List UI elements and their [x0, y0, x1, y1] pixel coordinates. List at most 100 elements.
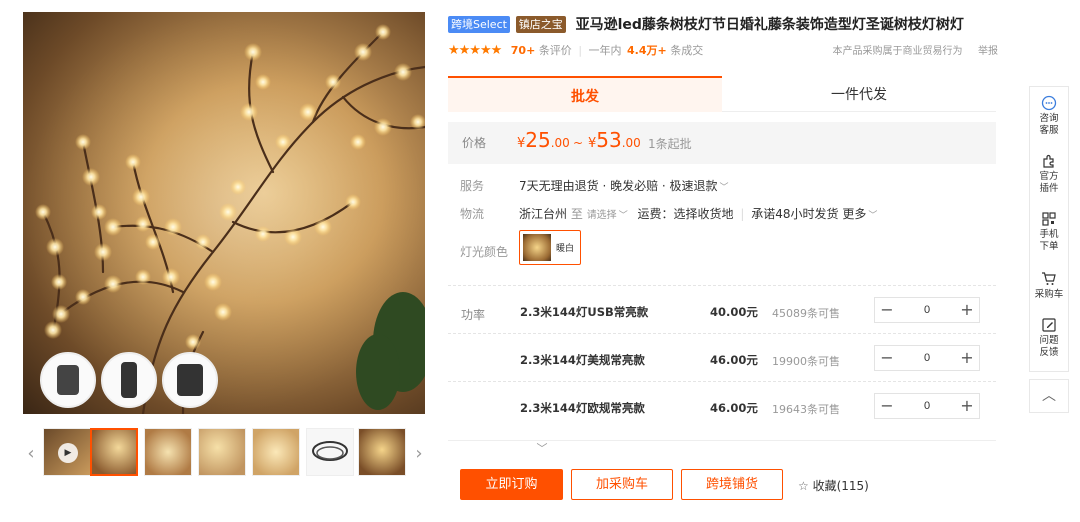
trade-notice: 本产品采购属于商业贸易行为	[832, 46, 963, 57]
sidebar-plugin[interactable]: 官方 插件	[1030, 153, 1068, 195]
quantity-input[interactable]	[899, 298, 955, 322]
shipping-fee: 运费：选择收货地	[637, 207, 734, 221]
origin-city: 浙江台州	[519, 207, 568, 221]
sku-stock: 19643条可售	[772, 403, 840, 416]
quantity-stepper: − +	[874, 297, 980, 323]
floating-sidebar: 咨询 客服 官方 插件 手机 下单 采购车 问题 反馈	[1029, 86, 1069, 372]
sku-row: 2.3米144灯欧规常亮款 46.00元 19643条可售 − +	[448, 391, 996, 425]
vine-lights-illustration	[23, 12, 425, 414]
store-treasure-badge: 镇店之宝	[515, 15, 566, 33]
star-outline-icon: ☆	[798, 479, 809, 493]
sku-row: 2.3米144灯美规常亮款 46.00元 19900条可售 − +	[448, 343, 996, 377]
cross-border-distribute-button[interactable]: 跨境铺货	[681, 469, 783, 500]
price-high: ¥53.00	[588, 128, 641, 152]
favorite-label: 收藏(115)	[812, 479, 869, 493]
more-link[interactable]: 更多	[842, 207, 866, 221]
increment-button[interactable]: +	[955, 346, 979, 370]
expand-sku-chevron-icon[interactable]: ﹀	[532, 440, 552, 456]
price-high-decimal: .00	[621, 136, 641, 150]
sidebar-feedback-line1: 问题	[1039, 335, 1059, 346]
thumbnail-strip: ‹ ▶ ›	[23, 428, 427, 478]
decrement-button[interactable]: −	[875, 298, 899, 322]
separator: |	[578, 44, 583, 57]
price-label: 价格	[462, 136, 487, 150]
chevron-right-icon[interactable]: ›	[411, 428, 427, 478]
sku-name: 2.3米144灯美规常亮款	[520, 353, 645, 367]
play-icon: ▶	[58, 443, 78, 463]
sidebar-plugin-line2: 插件	[1039, 183, 1059, 194]
tab-dropship[interactable]: 一件代发	[722, 76, 996, 112]
year-label: 一年内	[588, 44, 622, 57]
sidebar-feedback-line2: 反馈	[1039, 347, 1059, 358]
report-link[interactable]: 举报	[978, 46, 998, 57]
decrement-button[interactable]: −	[875, 394, 899, 418]
service-label: 服务	[460, 179, 485, 193]
sidebar-plugin-line1: 官方	[1039, 171, 1059, 182]
quantity-input[interactable]	[899, 346, 955, 370]
price-low: ¥25.00	[517, 128, 570, 152]
service-text: 7天无理由退货 · 晚发必赔 · 极速退款	[519, 179, 718, 193]
eu-plug-option-image[interactable]	[162, 352, 218, 408]
thumbnail-4[interactable]	[252, 428, 300, 476]
color-option-label: 暖白	[556, 244, 575, 254]
thumbnail-5[interactable]	[306, 428, 354, 476]
destination-select[interactable]: 请选择	[587, 210, 617, 221]
chevron-down-icon[interactable]: ﹀	[619, 211, 628, 221]
chevron-down-icon: ﹀	[719, 183, 729, 193]
sku-divider	[448, 381, 996, 382]
sku-stock: 19900条可售	[772, 355, 840, 368]
sku-price: 40.00元	[710, 305, 758, 319]
cross-border-select-badge: 跨境Select	[448, 15, 510, 33]
sidebar-consult-line2: 客服	[1039, 125, 1059, 136]
increment-button[interactable]: +	[955, 394, 979, 418]
light-color-label: 灯光颜色	[460, 245, 509, 259]
sidebar-consult-line1: 咨询	[1039, 113, 1059, 124]
video-thumbnail[interactable]: ▶	[43, 428, 91, 476]
sidebar-cart[interactable]: 采购车	[1030, 271, 1068, 301]
favorite-button[interactable]: ☆ 收藏(115)	[798, 477, 869, 494]
thumbnail-6[interactable]	[358, 428, 406, 476]
cart-icon	[1042, 272, 1056, 285]
sidebar-consult[interactable]: 咨询 客服	[1030, 95, 1068, 137]
increment-button[interactable]: +	[955, 298, 979, 322]
sku-row: 2.3米144灯USB常亮款 40.00元 45089条可售 − +	[448, 295, 996, 329]
decrement-button[interactable]: −	[875, 346, 899, 370]
quantity-input[interactable]	[899, 394, 955, 418]
thumbnail-3[interactable]	[198, 428, 246, 476]
us-plug-option-image[interactable]	[101, 352, 157, 408]
light-color-row: 灯光颜色	[460, 243, 508, 260]
sku-list-bottom	[448, 440, 996, 441]
reviews-count[interactable]: 70+	[511, 44, 536, 57]
chevron-down-icon[interactable]: ﹀	[868, 211, 877, 221]
color-swatch	[523, 234, 551, 261]
thumbnail-1[interactable]	[90, 428, 138, 476]
purchase-mode-tabs: 批发 一件代发	[448, 76, 996, 112]
sidebar-mobile-line2: 下单	[1039, 241, 1059, 252]
sidebar-cart-label: 采购车	[1034, 289, 1064, 300]
main-product-image[interactable]	[23, 12, 425, 414]
quantity-stepper: − +	[874, 345, 980, 371]
chevron-left-icon[interactable]: ‹	[23, 428, 39, 478]
ship-promise: 承诺48小时发货	[751, 207, 839, 221]
min-order-qty: 1条起批	[648, 137, 692, 151]
color-option-warm-white[interactable]: 暖白	[519, 230, 581, 265]
sku-price: 46.00元	[710, 353, 758, 367]
thumbnail-2[interactable]	[144, 428, 192, 476]
back-to-top-chevron-up-icon[interactable]: ︿	[1029, 379, 1069, 413]
sidebar-mobile-line1: 手机	[1039, 229, 1059, 240]
usb-plug-option-image[interactable]	[40, 352, 96, 408]
price-low-integer: 25	[525, 128, 551, 152]
sold-count: 4.4万+	[627, 44, 667, 57]
sidebar-feedback[interactable]: 问题 反馈	[1030, 317, 1068, 359]
qrcode-icon	[1042, 212, 1056, 226]
product-detail-page: ‹ ▶ › 跨境Select 镇店之宝 亚马逊led藤条树枝灯节日婚礼藤条装饰造…	[0, 0, 1080, 522]
service-value[interactable]: 7天无理由退货 · 晚发必赔 · 极速退款 ﹀	[519, 177, 729, 194]
add-to-cart-button[interactable]: 加采购车	[571, 469, 673, 500]
chat-icon	[1041, 95, 1057, 111]
reviews-label: 条评价	[538, 44, 572, 57]
rating-row: ★★★★★ 70+ 条评价 | 一年内 4.4万+ 条成交 本产品采购属于商业贸…	[448, 42, 998, 58]
sidebar-mobile-order[interactable]: 手机 下单	[1030, 211, 1068, 253]
buy-now-button[interactable]: 立即订购	[460, 469, 563, 500]
wire-coil-illustration	[312, 441, 348, 461]
tab-wholesale[interactable]: 批发	[448, 76, 722, 112]
